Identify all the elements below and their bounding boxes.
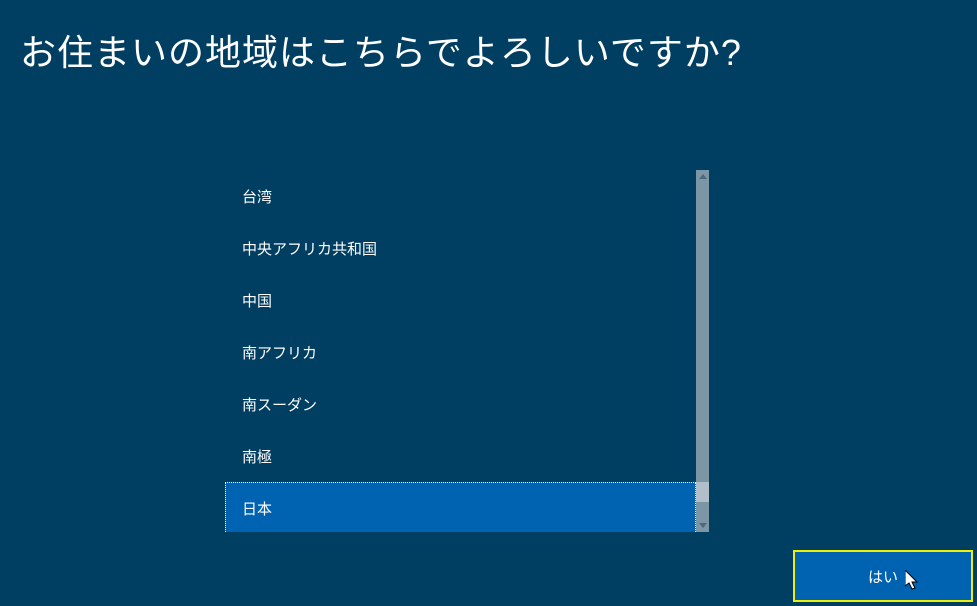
- region-list-container: 台湾 中央アフリカ共和国 中国 南アフリカ 南スーダン 南極 日本: [225, 170, 709, 532]
- scroll-up-icon[interactable]: [696, 170, 709, 183]
- confirm-button-label: はい: [868, 566, 898, 587]
- scroll-thumb[interactable]: [696, 482, 709, 502]
- region-item-south-africa[interactable]: 南アフリカ: [225, 326, 696, 378]
- region-label: 台湾: [242, 186, 272, 207]
- scrollbar[interactable]: [696, 170, 709, 532]
- region-label: 中央アフリカ共和国: [242, 238, 377, 259]
- region-label: 日本: [242, 498, 272, 519]
- region-item-china[interactable]: 中国: [225, 274, 696, 326]
- region-item-central-african-republic[interactable]: 中央アフリカ共和国: [225, 222, 696, 274]
- region-item-taiwan[interactable]: 台湾: [225, 170, 696, 222]
- region-item-antarctica[interactable]: 南極: [225, 430, 696, 482]
- region-item-south-sudan[interactable]: 南スーダン: [225, 378, 696, 430]
- region-label: 南スーダン: [242, 394, 317, 415]
- region-label: 中国: [242, 290, 272, 311]
- confirm-button[interactable]: はい: [793, 550, 973, 602]
- region-label: 南極: [242, 446, 272, 467]
- region-list[interactable]: 台湾 中央アフリカ共和国 中国 南アフリカ 南スーダン 南極 日本: [225, 170, 696, 532]
- region-label: 南アフリカ: [242, 342, 317, 363]
- region-item-japan[interactable]: 日本: [225, 482, 696, 532]
- scroll-down-icon[interactable]: [696, 519, 709, 532]
- page-title: お住まいの地域はこちらでよろしいですか?: [0, 0, 977, 76]
